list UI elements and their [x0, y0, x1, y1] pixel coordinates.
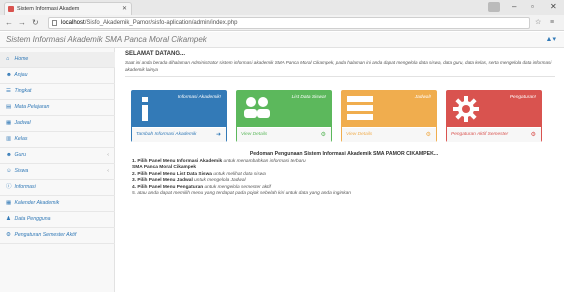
close-window-button[interactable]: ✕ — [550, 1, 557, 13]
panel-link-view-details[interactable]: View Details ⚙ — [342, 128, 436, 142]
arrow-circle-right-icon: ➜ — [215, 132, 221, 138]
users-icon: ☺ — [6, 168, 12, 174]
maximize-button[interactable]: ▫ — [531, 1, 534, 13]
user-icon: ☻ — [6, 72, 12, 78]
panel-title: Informasi Akademik! — [177, 95, 221, 100]
app-title[interactable]: Sistem Informasi Akademik SMA Panca Mora… — [6, 34, 207, 46]
sidebar-item-label: Data Pengguna — [14, 216, 51, 222]
chevron-left-icon: ‹ — [107, 168, 109, 174]
sidebar-item-label: Siswa — [14, 168, 29, 174]
sidebar-item-mata-pelajaran[interactable]: ▤ Mata Pelajaran — [0, 100, 115, 116]
guide-title: Pedoman Pengunaan Sistem Informasi Akade… — [249, 151, 439, 157]
panel-title: Jadwal! — [414, 95, 431, 100]
sidebar-item-label: Anjau — [14, 72, 28, 78]
sidebar-item-pengaturan-semester[interactable]: ⚙ Pengaturan Semester Aktif — [0, 228, 115, 244]
panel-link-label: View Details — [346, 132, 373, 137]
sidebar-item-anjau[interactable]: ☻ Anjau — [0, 68, 115, 84]
divider — [125, 76, 555, 77]
info-icon — [142, 97, 148, 121]
guide-list: 1. Pilih Panel Menu Informasi Akademik u… — [132, 159, 552, 197]
sidebar-item-label: Informasi — [14, 184, 36, 190]
browser-toolbar: ← → ↻ localhost/Sisfo_Akademik_Pamor/sis… — [0, 15, 564, 31]
browser-tab[interactable]: Sistem Informasi Akadem ✕ — [4, 2, 132, 15]
panel-header: Jadwal! — [342, 91, 436, 127]
profile-icon[interactable] — [488, 2, 500, 12]
sidebar-item-home[interactable]: ⌂ Home — [0, 52, 115, 68]
sidebar-item-guru[interactable]: ☻ Guru ‹ — [0, 148, 115, 164]
panel-title: List Data Siswa! — [291, 95, 326, 100]
sidebar-item-label: Tingkat — [14, 88, 32, 94]
chevron-left-icon: ‹ — [107, 152, 109, 158]
favicon-icon — [8, 6, 14, 12]
calendar-icon: ▦ — [6, 120, 12, 126]
page-icon — [52, 20, 57, 26]
calendar-icon: ▦ — [6, 200, 12, 206]
panel-informasi-akademik: Informasi Akademik! Tambah Informasi Aka… — [131, 90, 227, 142]
users-icon — [244, 97, 270, 118]
sidebar-item-label: Guru — [14, 152, 26, 158]
panel-link-label: Pengaturan Aktif Semester — [451, 132, 509, 137]
gear-icon — [453, 96, 479, 122]
panel-title: Pengaturan! — [509, 95, 536, 100]
sidebar-item-kalender-akademik[interactable]: ▦ Kalender Akademik — [0, 196, 115, 212]
browser-titlebar: Sistem Informasi Akadem ✕ – ▫ ✕ — [0, 0, 564, 15]
tab-title: Sistem Informasi Akadem — [17, 6, 80, 12]
guide-item: 5. atau anda dapat memilih menu yang ter… — [132, 191, 351, 197]
menu-icon[interactable]: ≡ — [550, 17, 554, 29]
panel-header: Informasi Akademik! — [132, 91, 226, 127]
forward-arrow-icon[interactable]: → — [18, 17, 26, 29]
home-icon: ⌂ — [6, 56, 10, 62]
sidebar-item-informasi[interactable]: ⓘ Informasi — [0, 180, 115, 196]
sidebar-item-tingkat[interactable]: ☰ Tingkat — [0, 84, 115, 100]
list-icon: ☰ — [6, 88, 11, 94]
welcome-text: Saat ini anda berada dihalaman Administr… — [125, 60, 552, 72]
list-icon — [347, 96, 373, 120]
sidebar-item-label: Kalender Akademik — [14, 200, 60, 206]
table-icon: ▥ — [6, 136, 12, 142]
gear-icon: ⚙ — [6, 232, 11, 238]
back-arrow-icon[interactable]: ← — [5, 17, 13, 29]
sidebar-item-data-pengguna[interactable]: ♟ Data Pengguna — [0, 212, 115, 228]
sidebar-item-kelas[interactable]: ▥ Kelas — [0, 132, 115, 148]
url-path: /Sisfo_Akademik_Pamor/sisfo-aplication/a… — [84, 20, 238, 26]
panel-list-data-siswa: List Data Siswa! View Details ⚙ — [236, 90, 332, 142]
panel-link-view-details[interactable]: View Details ⚙ — [237, 128, 331, 142]
app-header: Sistem Informasi Akademik SMA Panca Mora… — [0, 32, 564, 48]
gear-icon: ⚙ — [530, 132, 536, 138]
gear-icon: ⚙ — [320, 132, 326, 138]
sidebar-item-siswa[interactable]: ☺ Siswa ‹ — [0, 164, 115, 180]
main-content: SELAMAT DATANG... Saat ini anda berada d… — [116, 48, 564, 292]
sidebar-item-jadwal[interactable]: ▦ Jadwal — [0, 116, 115, 132]
panel-link-label: View Details — [241, 132, 268, 137]
close-tab-icon[interactable]: ✕ — [122, 3, 127, 15]
panel-pengaturan: Pengaturan! Pengaturan Aktif Semester ⚙ — [446, 90, 542, 142]
panel-link-tambah-informasi[interactable]: Tambah Informasi Akademik ➜ — [132, 128, 226, 142]
panel-link-pengaturan-aktif[interactable]: Pengaturan Aktif Semester ⚙ — [447, 128, 541, 142]
sidebar-item-label: Home — [14, 56, 29, 62]
book-icon: ▤ — [6, 104, 12, 110]
minimize-button[interactable]: – — [512, 1, 516, 13]
panel-header: List Data Siswa! — [237, 91, 331, 127]
sidebar-item-label: Jadwal — [14, 120, 31, 126]
user-icon: ♟ — [6, 216, 11, 222]
sidebar: ⌂ Home ☻ Anjau ☰ Tingkat ▤ Mata Pelajara… — [0, 48, 115, 292]
reload-icon[interactable]: ↻ — [32, 17, 39, 29]
user-icon: ☻ — [6, 152, 12, 158]
bookmark-star-icon[interactable]: ☆ — [535, 17, 541, 29]
welcome-title: SELAMAT DATANG... — [125, 51, 185, 57]
sidebar-item-label: Pengaturan Semester Aktif — [14, 232, 77, 238]
panel-header: Pengaturan! — [447, 91, 541, 127]
user-menu-button[interactable]: ▲▾ — [546, 34, 556, 46]
sidebar-item-label: Mata Pelajaran — [14, 104, 50, 110]
panel-link-label: Tambah Informasi Akademik — [136, 132, 197, 137]
gear-icon: ⚙ — [425, 132, 431, 138]
panel-jadwal: Jadwal! View Details ⚙ — [341, 90, 437, 142]
address-bar[interactable]: localhost/Sisfo_Akademik_Pamor/sisfo-apl… — [48, 17, 530, 29]
sidebar-item-label: Kelas — [14, 136, 28, 142]
info-icon: ⓘ — [6, 184, 12, 190]
url-host: localhost — [61, 20, 85, 26]
